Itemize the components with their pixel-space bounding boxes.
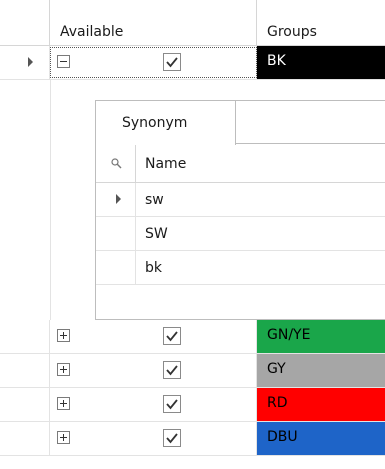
row-indicator (0, 422, 50, 455)
header-available[interactable]: Available (50, 0, 257, 46)
expand-button[interactable] (50, 388, 94, 421)
available-checkbox[interactable] (163, 327, 181, 345)
check-icon (166, 365, 178, 376)
table-row[interactable]: DBU (0, 422, 385, 456)
expand-plus-icon (57, 329, 70, 342)
expand-button[interactable] (50, 354, 94, 387)
tab-synonym[interactable]: Synonym (96, 101, 236, 145)
synonym-grid-header: Name (96, 145, 385, 183)
expand-plus-icon (57, 363, 70, 376)
available-checkbox[interactable] (163, 429, 181, 447)
row-indicator (0, 320, 50, 353)
current-row-arrow-icon (28, 57, 33, 67)
available-cell (94, 354, 257, 387)
check-icon (166, 433, 178, 444)
grid-header: Available Groups (0, 0, 385, 46)
row-indicator (96, 183, 136, 216)
header-indicator-cell (0, 0, 50, 46)
synonym-name-cell[interactable]: bk (136, 251, 385, 284)
detail-divider (50, 80, 51, 320)
check-icon (166, 331, 178, 342)
groups-grid: Available Groups BK Synonym Name sw SW b… (0, 0, 385, 469)
focus-rect (50, 47, 257, 78)
table-row[interactable]: RD (0, 388, 385, 422)
check-icon (166, 399, 178, 410)
row-indicator (0, 354, 50, 387)
synonym-detail-panel: Synonym Name sw SW bk (95, 100, 385, 320)
available-cell (94, 422, 257, 455)
available-cell (94, 388, 257, 421)
table-row[interactable]: BK (0, 46, 385, 80)
synonym-name-cell[interactable]: sw (136, 183, 385, 216)
row-indicator (0, 388, 50, 421)
header-name[interactable]: Name (136, 145, 385, 183)
row-indicator (0, 46, 50, 79)
synonym-name-cell[interactable]: SW (136, 217, 385, 250)
current-row-arrow-icon (116, 194, 121, 204)
synonym-row[interactable]: SW (96, 217, 385, 251)
group-cell[interactable]: BK (257, 46, 385, 79)
table-row[interactable]: GY (0, 354, 385, 388)
synonym-row[interactable]: sw (96, 183, 385, 217)
group-cell[interactable]: GY (257, 354, 385, 387)
available-cell (94, 320, 257, 353)
header-groups[interactable]: Groups (257, 0, 385, 46)
expand-plus-icon (57, 397, 70, 410)
row-indicator (96, 251, 136, 284)
search-icon (111, 158, 122, 169)
synonym-row[interactable]: bk (96, 251, 385, 285)
group-cell[interactable]: RD (257, 388, 385, 421)
find-panel-cell[interactable] (96, 145, 136, 183)
detail-tabstrip: Synonym (96, 101, 385, 145)
available-checkbox[interactable] (163, 395, 181, 413)
table-row[interactable]: GN/YE (0, 320, 385, 354)
expand-button[interactable] (50, 422, 94, 455)
available-checkbox[interactable] (163, 361, 181, 379)
group-cell[interactable]: DBU (257, 422, 385, 455)
expand-plus-icon (57, 431, 70, 444)
expand-button[interactable] (50, 320, 94, 353)
row-indicator (96, 217, 136, 250)
group-cell[interactable]: GN/YE (257, 320, 385, 353)
